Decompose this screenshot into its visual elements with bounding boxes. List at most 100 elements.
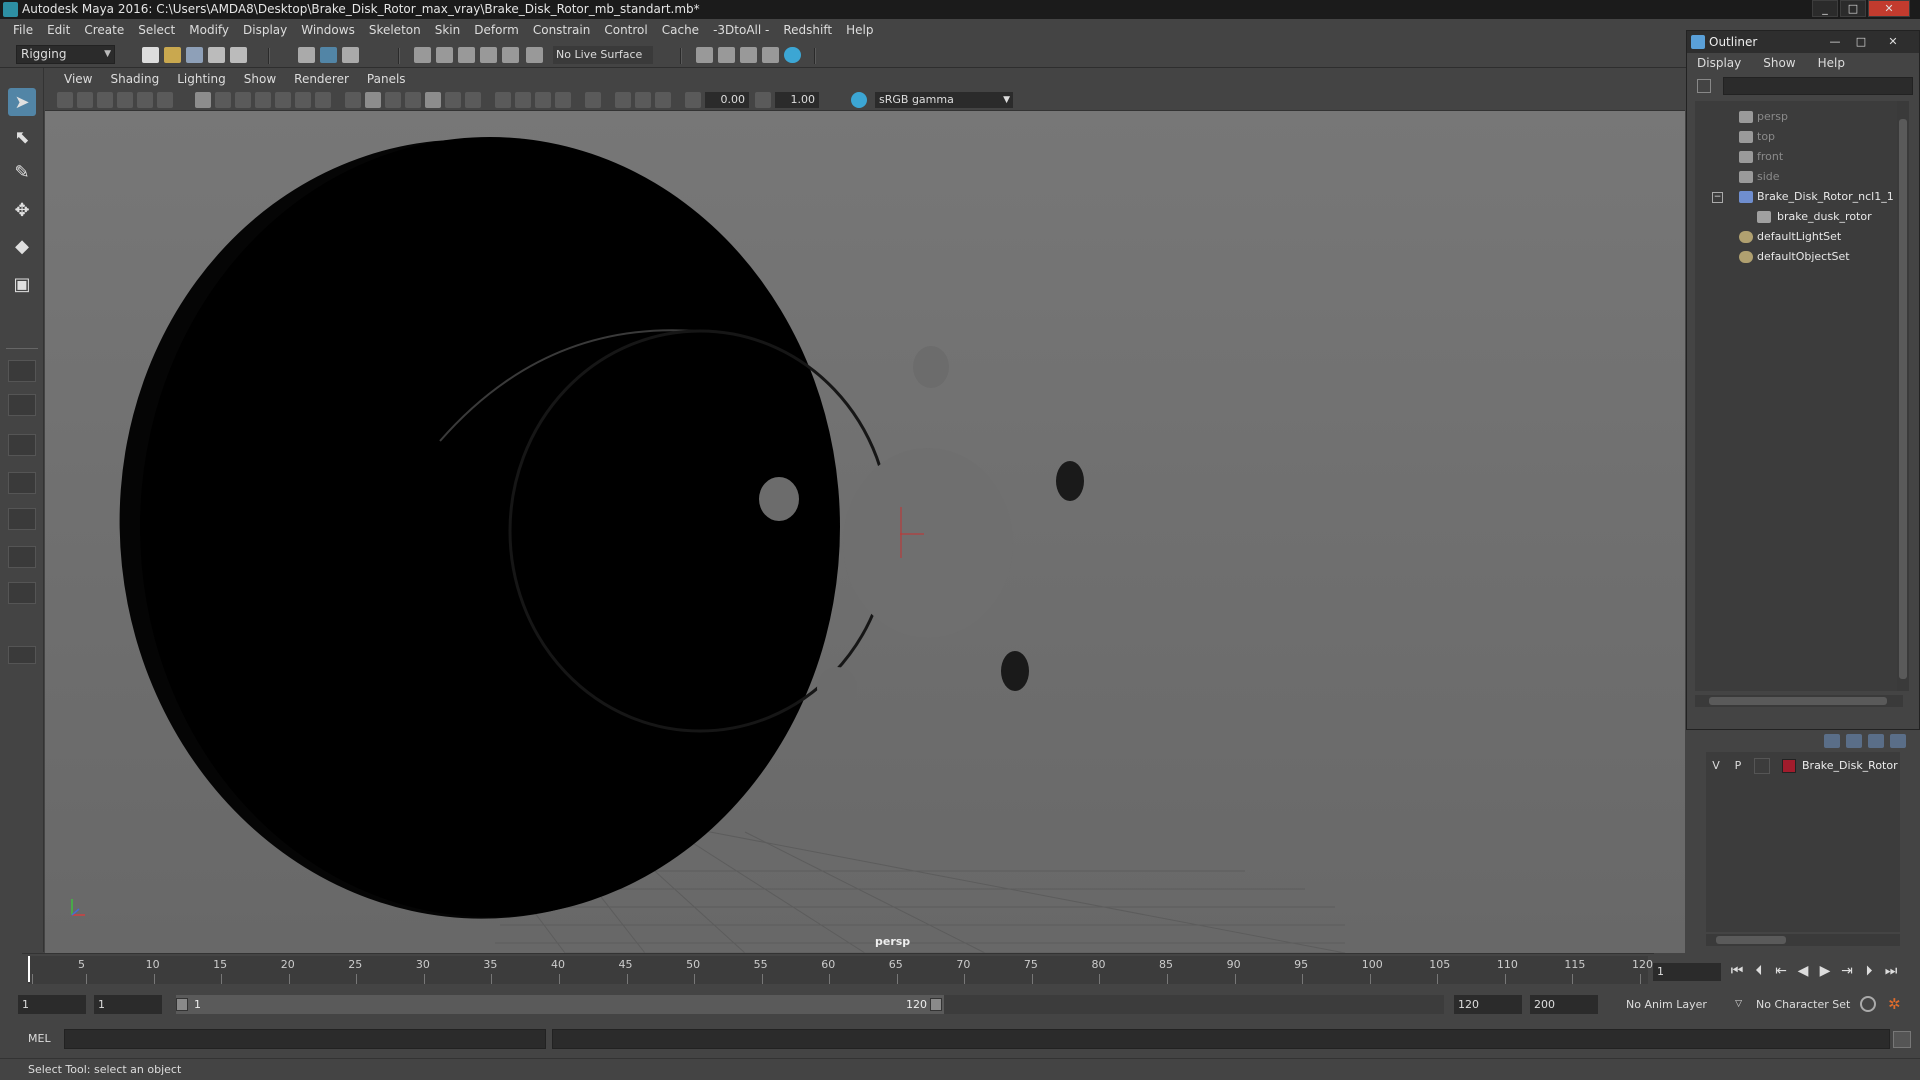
command-language-label[interactable]: MEL bbox=[28, 1032, 51, 1045]
go-to-start-icon[interactable]: ⏮ bbox=[1727, 961, 1747, 981]
command-input[interactable] bbox=[64, 1029, 546, 1049]
render-view-icon[interactable] bbox=[762, 47, 779, 63]
panel-menu-panels[interactable]: Panels bbox=[358, 72, 415, 86]
paint-select-tool-icon[interactable]: ✎ bbox=[8, 158, 36, 186]
safe-title-icon[interactable] bbox=[315, 92, 331, 108]
grease-pencil-icon[interactable] bbox=[157, 92, 173, 108]
image-plane-icon[interactable] bbox=[117, 92, 133, 108]
outliner-item-persp[interactable]: persp bbox=[1695, 107, 1903, 127]
ipr-render-icon[interactable] bbox=[740, 47, 757, 63]
outliner-search-input[interactable] bbox=[1723, 77, 1913, 95]
collapse-icon[interactable]: − bbox=[1712, 192, 1723, 203]
menu-file[interactable]: File bbox=[6, 19, 40, 42]
film-gate-icon[interactable] bbox=[215, 92, 231, 108]
select-object-icon[interactable] bbox=[320, 47, 337, 63]
wireframe-icon[interactable] bbox=[345, 92, 361, 108]
xray-icon[interactable] bbox=[615, 92, 631, 108]
resolution-gate-icon[interactable] bbox=[235, 92, 251, 108]
field-chart-icon[interactable] bbox=[275, 92, 291, 108]
hypershade-icon[interactable] bbox=[784, 47, 801, 63]
animation-end-field[interactable]: 200 bbox=[1530, 995, 1598, 1014]
panel-menu-lighting[interactable]: Lighting bbox=[168, 72, 235, 86]
step-back-frame-icon[interactable]: ⏴ bbox=[1749, 961, 1769, 981]
snap-surface-icon[interactable] bbox=[502, 47, 519, 63]
flat-shade-icon[interactable] bbox=[385, 92, 401, 108]
layer-playback-toggle[interactable]: P bbox=[1730, 758, 1746, 774]
outliner-horizontal-scrollbar[interactable] bbox=[1695, 695, 1903, 707]
grid-icon[interactable] bbox=[195, 92, 211, 108]
render-frame-icon[interactable] bbox=[718, 47, 735, 63]
play-backwards-icon[interactable]: ◀ bbox=[1793, 961, 1813, 981]
current-frame-field[interactable]: 1 bbox=[1653, 963, 1721, 981]
scrollbar-thumb[interactable] bbox=[1709, 697, 1887, 705]
snap-point-icon[interactable] bbox=[458, 47, 475, 63]
layer-horizontal-scrollbar[interactable] bbox=[1706, 934, 1900, 946]
persp-graph-hypergraph-layout-icon[interactable] bbox=[8, 546, 36, 568]
exposure-field[interactable]: 0.00 bbox=[705, 92, 749, 108]
persp-outliner-layout-icon[interactable] bbox=[8, 434, 36, 456]
script-editor-icon[interactable] bbox=[1893, 1031, 1911, 1048]
menu-create[interactable]: Create bbox=[77, 19, 131, 42]
screen-space-ao-icon[interactable] bbox=[495, 92, 511, 108]
layer-visibility-toggle[interactable]: V bbox=[1708, 758, 1724, 774]
smooth-shade-icon[interactable] bbox=[365, 92, 381, 108]
layer-display-type-toggle[interactable] bbox=[1754, 758, 1770, 774]
xray-joints-icon[interactable] bbox=[635, 92, 651, 108]
menu-cache[interactable]: Cache bbox=[655, 19, 706, 42]
select-tool-icon[interactable]: ➤ bbox=[8, 88, 36, 116]
anti-aliasing-icon[interactable] bbox=[535, 92, 551, 108]
menu-windows[interactable]: Windows bbox=[294, 19, 362, 42]
layer-color-swatch[interactable] bbox=[1782, 759, 1796, 773]
single-perspective-layout-icon[interactable] bbox=[8, 360, 36, 382]
menu-help[interactable]: Help bbox=[839, 19, 880, 42]
maximize-button[interactable]: □ bbox=[1840, 0, 1866, 17]
outliner-maximize-icon[interactable]: □ bbox=[1851, 34, 1871, 50]
current-time-indicator[interactable] bbox=[28, 956, 30, 982]
outliner-item-top[interactable]: top bbox=[1695, 127, 1903, 147]
new-scene-icon[interactable] bbox=[142, 47, 159, 63]
menu-select[interactable]: Select bbox=[131, 19, 182, 42]
menu-skeleton[interactable]: Skeleton bbox=[362, 19, 428, 42]
layer-row[interactable]: V P Brake_Disk_Rotor bbox=[1706, 756, 1900, 776]
outliner-item-brake-disk-group[interactable]: − Brake_Disk_Rotor_ncl1_1 bbox=[1695, 187, 1903, 207]
move-layer-up-icon[interactable] bbox=[1824, 734, 1840, 748]
outliner-vertical-scrollbar[interactable] bbox=[1897, 101, 1909, 691]
time-slider-track[interactable]: 5 10 15 20 25 30 35 40 45 50 55 60 65 70 75 80 85 90 95 100… bbox=[28, 956, 1653, 984]
outliner-minimize-icon[interactable]: — bbox=[1825, 34, 1845, 50]
four-view-layout-icon[interactable] bbox=[8, 394, 36, 416]
bookmark-icon[interactable] bbox=[97, 92, 113, 108]
hypergraph-layout-icon[interactable] bbox=[8, 582, 36, 604]
outliner-item-default-object-set[interactable]: defaultObjectSet bbox=[1695, 247, 1903, 267]
menu-edit[interactable]: Edit bbox=[40, 19, 77, 42]
bounding-box-icon[interactable] bbox=[405, 92, 421, 108]
range-slider[interactable]: 1 120 bbox=[176, 995, 944, 1014]
snap-curve-icon[interactable] bbox=[436, 47, 453, 63]
open-scene-icon[interactable] bbox=[164, 47, 181, 63]
shadows-icon[interactable] bbox=[465, 92, 481, 108]
panel-menu-renderer[interactable]: Renderer bbox=[285, 72, 358, 86]
snap-view-plane-icon[interactable] bbox=[480, 47, 497, 63]
select-camera-icon[interactable] bbox=[57, 92, 73, 108]
playback-end-field[interactable]: 120 bbox=[1454, 995, 1522, 1014]
minimize-button[interactable]: _ bbox=[1812, 0, 1838, 17]
save-scene-icon[interactable] bbox=[186, 47, 203, 63]
scrollbar-thumb[interactable] bbox=[1716, 936, 1786, 944]
gamma-icon[interactable] bbox=[755, 92, 771, 108]
auto-key-icon[interactable] bbox=[1860, 996, 1876, 1012]
animation-preferences-icon[interactable]: ✲ bbox=[1888, 996, 1904, 1012]
more-layouts-icon[interactable] bbox=[8, 646, 36, 664]
live-surface-field[interactable]: No Live Surface bbox=[553, 46, 653, 64]
camera-attributes-icon[interactable] bbox=[77, 92, 93, 108]
render-settings-icon[interactable] bbox=[696, 47, 713, 63]
go-to-end-icon[interactable]: ⏭ bbox=[1881, 961, 1901, 981]
isolate-select-icon[interactable] bbox=[585, 92, 601, 108]
panel-menu-show[interactable]: Show bbox=[235, 72, 285, 86]
use-all-lights-icon[interactable] bbox=[445, 92, 461, 108]
panel-menu-view[interactable]: View bbox=[55, 72, 101, 86]
panel-menu-shading[interactable]: Shading bbox=[101, 72, 168, 86]
anim-layer-dropdown[interactable]: No Anim Layer ▽ bbox=[1622, 995, 1744, 1014]
step-back-key-icon[interactable]: ⇤ bbox=[1771, 961, 1791, 981]
select-component-icon[interactable] bbox=[342, 47, 359, 63]
scrollbar-thumb[interactable] bbox=[1899, 119, 1907, 679]
outliner-item-default-light-set[interactable]: defaultLightSet bbox=[1695, 227, 1903, 247]
